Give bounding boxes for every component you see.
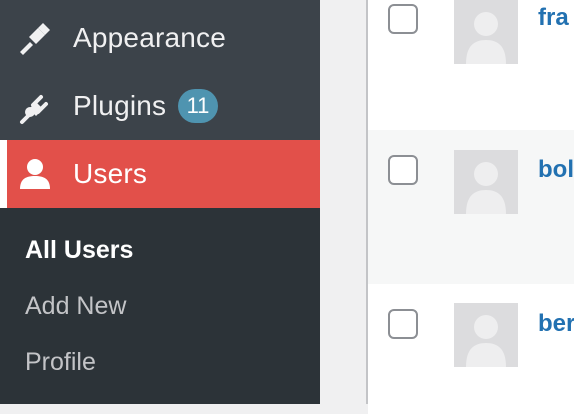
paintbrush-icon [16,19,54,57]
sidebar-item-users[interactable]: Users [0,140,320,208]
avatar [454,303,518,367]
row-checkbox[interactable] [388,155,418,185]
table-row: bol [368,130,574,284]
users-submenu: All Users Add New Profile [0,208,320,404]
sidebar-item-label: Plugins [73,90,167,121]
sidebar-item-label: Appearance [73,22,227,53]
avatar [454,0,518,64]
username-link[interactable]: fra [538,4,569,32]
sidebar-item-appearance[interactable]: Appearance [0,4,320,72]
table-row: fra [368,0,574,130]
row-checkbox[interactable] [388,309,418,339]
admin-sidebar: Appearance Plugins 11 Users All Users Ad… [0,0,320,404]
row-checkbox[interactable] [388,4,418,34]
username-link[interactable]: ber [538,310,574,338]
submenu-item-profile[interactable]: Profile [25,348,96,377]
submenu-item-add-new[interactable]: Add New [25,292,126,321]
plug-icon [16,87,54,125]
main-content: fra bol ber [320,0,574,414]
submenu-item-all-users[interactable]: All Users [25,236,133,265]
sidebar-item-label: Users [73,158,148,189]
avatar [454,150,518,214]
users-table: fra bol ber [366,0,574,414]
update-count-badge: 11 [178,89,218,123]
table-row: ber [368,284,574,414]
sidebar-item-plugins[interactable]: Plugins 11 [0,72,320,140]
username-link[interactable]: bol [538,156,574,184]
user-icon [16,155,54,193]
